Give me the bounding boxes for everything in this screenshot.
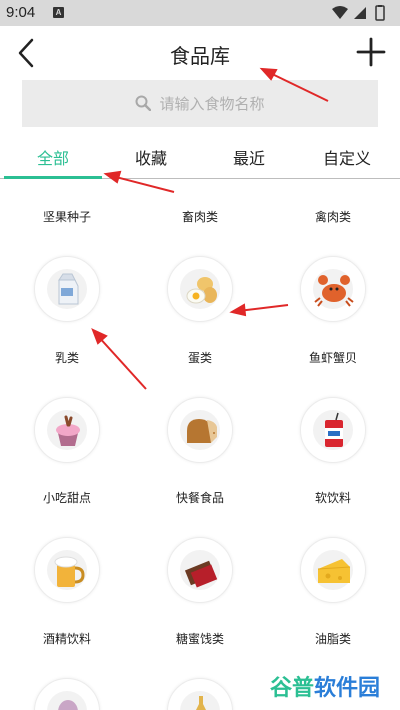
watermark-text: 软件园	[314, 676, 381, 701]
watermark-text: 谷普	[270, 676, 315, 701]
annotation-arrows	[91, 67, 329, 390]
watermark-logo: 谷普软件园	[270, 670, 380, 702]
